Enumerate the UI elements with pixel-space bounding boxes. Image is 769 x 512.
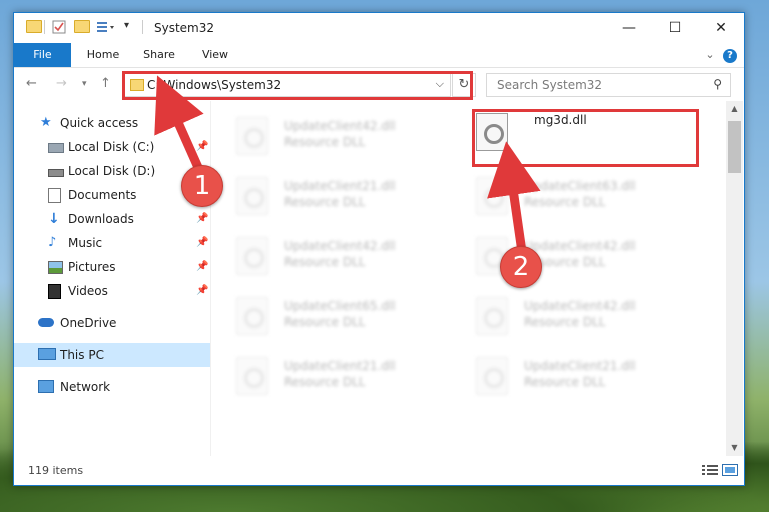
step-2-badge: 2	[500, 246, 542, 288]
step-1-badge: 1	[181, 165, 223, 207]
arrow-to-file	[487, 141, 541, 253]
annotation-arrows	[154, 75, 541, 253]
arrow-to-address-bar	[154, 75, 205, 174]
